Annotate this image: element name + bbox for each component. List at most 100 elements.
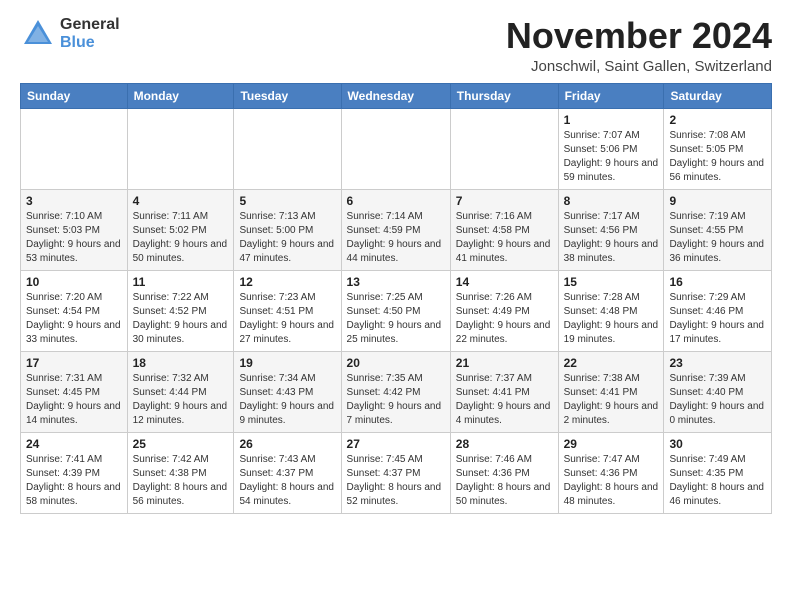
table-row: 21Sunrise: 7:37 AMSunset: 4:41 PMDayligh… [450, 351, 558, 432]
day-info: Sunrise: 7:45 AMSunset: 4:37 PMDaylight:… [347, 453, 445, 509]
table-row: 25 Sunrise: 7:42 AMSunset: 4:38 PMDayligh… [127, 432, 234, 513]
day-info: Sunrise: 7:28 AMSunset: 4:48 PMDaylight:… [564, 291, 659, 347]
logo-text: General Blue [60, 16, 120, 51]
header-friday: Friday [558, 83, 664, 108]
day-number: 7 [456, 194, 553, 208]
calendar-header-row: Sunday Monday Tuesday Wednesday Thursday… [21, 83, 772, 108]
header: General Blue November 2024 Jonschwil, Sa… [20, 16, 772, 75]
day-number: 25 [133, 437, 229, 451]
day-number: 29 [564, 437, 659, 451]
table-row: 15 Sunrise: 7:28 AMSunset: 4:48 PMDayligh… [558, 270, 664, 351]
table-row: 17 Sunrise: 7:31 AMSunset: 4:45 PMDayligh… [21, 351, 128, 432]
page: General Blue November 2024 Jonschwil, Sa… [0, 0, 792, 530]
day-info: Sunrise: 7:34 AMSunset: 4:43 PMDaylight:… [239, 372, 335, 428]
day-number: 19 [239, 356, 335, 370]
day-info: Sunrise: 7:49 AMSunset: 4:35 PMDaylight:… [669, 453, 766, 509]
table-row: 13 Sunrise: 7:25 AMSunset: 4:50 PMDayligh… [341, 270, 450, 351]
table-row: 8 Sunrise: 7:17 AMSunset: 4:56 PMDaylight… [558, 189, 664, 270]
day-info: Sunrise: 7:39 AMSunset: 4:40 PMDaylight:… [669, 372, 766, 428]
header-tuesday: Tuesday [234, 83, 341, 108]
logo-general: General [60, 16, 120, 34]
table-row: 24 Sunrise: 7:41 AMSunset: 4:39 PMDayligh… [21, 432, 128, 513]
header-sunday: Sunday [21, 83, 128, 108]
day-info: Sunrise: 7:10 AMSunset: 5:03 PMDaylight:… [26, 210, 122, 266]
table-row: 9 Sunrise: 7:19 AMSunset: 4:55 PMDaylight… [664, 189, 772, 270]
day-info: Sunrise: 7:46 AMSunset: 4:36 PMDaylight:… [456, 453, 553, 509]
day-info: Sunrise: 7:08 AMSunset: 5:05 PMDaylight:… [669, 129, 766, 185]
day-info: Sunrise: 7:37 AMSunset: 4:41 PMDaylight:… [456, 372, 553, 428]
day-number: 22 [564, 356, 659, 370]
header-monday: Monday [127, 83, 234, 108]
day-info: Sunrise: 7:41 AMSunset: 4:39 PMDaylight:… [26, 453, 122, 509]
calendar-week-row: 24 Sunrise: 7:41 AMSunset: 4:39 PMDayligh… [21, 432, 772, 513]
day-info: Sunrise: 7:19 AMSunset: 4:55 PMDaylight:… [669, 210, 766, 266]
day-info: Sunrise: 7:07 AMSunset: 5:06 PMDaylight:… [564, 129, 659, 185]
day-info: Sunrise: 7:31 AMSunset: 4:45 PMDaylight:… [26, 372, 122, 428]
month-title: November 2024 [506, 16, 772, 56]
header-saturday: Saturday [664, 83, 772, 108]
day-number: 28 [456, 437, 553, 451]
day-number: 26 [239, 437, 335, 451]
day-number: 30 [669, 437, 766, 451]
table-row: 6 Sunrise: 7:14 AMSunset: 4:59 PMDaylight… [341, 189, 450, 270]
day-info: Sunrise: 7:13 AMSunset: 5:00 PMDaylight:… [239, 210, 335, 266]
table-row [234, 108, 341, 189]
day-info: Sunrise: 7:16 AMSunset: 4:58 PMDaylight:… [456, 210, 553, 266]
table-row: 2Sunrise: 7:08 AMSunset: 5:05 PMDaylight… [664, 108, 772, 189]
day-number: 9 [669, 194, 766, 208]
table-row: 5Sunrise: 7:13 AMSunset: 5:00 PMDaylight… [234, 189, 341, 270]
table-row: 14Sunrise: 7:26 AMSunset: 4:49 PMDayligh… [450, 270, 558, 351]
day-number: 11 [133, 275, 229, 289]
day-info: Sunrise: 7:32 AMSunset: 4:44 PMDaylight:… [133, 372, 229, 428]
day-number: 8 [564, 194, 659, 208]
calendar-week-row: 10 Sunrise: 7:20 AMSunset: 4:54 PMDayligh… [21, 270, 772, 351]
logo-icon [20, 16, 56, 52]
day-number: 4 [133, 194, 229, 208]
day-number: 24 [26, 437, 122, 451]
day-number: 23 [669, 356, 766, 370]
table-row: 3 Sunrise: 7:10 AMSunset: 5:03 PMDaylight… [21, 189, 128, 270]
day-info: Sunrise: 7:17 AMSunset: 4:56 PMDaylight:… [564, 210, 659, 266]
day-number: 10 [26, 275, 122, 289]
table-row [21, 108, 128, 189]
day-info: Sunrise: 7:14 AMSunset: 4:59 PMDaylight:… [347, 210, 445, 266]
day-number: 27 [347, 437, 445, 451]
table-row: 12Sunrise: 7:23 AMSunset: 4:51 PMDayligh… [234, 270, 341, 351]
day-info: Sunrise: 7:20 AMSunset: 4:54 PMDaylight:… [26, 291, 122, 347]
day-number: 18 [133, 356, 229, 370]
day-number: 17 [26, 356, 122, 370]
table-row: 18 Sunrise: 7:32 AMSunset: 4:44 PMDayligh… [127, 351, 234, 432]
day-number: 3 [26, 194, 122, 208]
calendar-week-row: 17 Sunrise: 7:31 AMSunset: 4:45 PMDayligh… [21, 351, 772, 432]
table-row: 22 Sunrise: 7:38 AMSunset: 4:41 PMDayligh… [558, 351, 664, 432]
day-info: Sunrise: 7:38 AMSunset: 4:41 PMDaylight:… [564, 372, 659, 428]
day-number: 6 [347, 194, 445, 208]
day-info: Sunrise: 7:11 AMSunset: 5:02 PMDaylight:… [133, 210, 229, 266]
table-row: 20 Sunrise: 7:35 AMSunset: 4:42 PMDayligh… [341, 351, 450, 432]
calendar-table: Sunday Monday Tuesday Wednesday Thursday… [20, 83, 772, 514]
day-number: 20 [347, 356, 445, 370]
day-number: 15 [564, 275, 659, 289]
day-number: 14 [456, 275, 553, 289]
table-row [341, 108, 450, 189]
calendar-week-row: 1Sunrise: 7:07 AMSunset: 5:06 PMDaylight… [21, 108, 772, 189]
day-info: Sunrise: 7:42 AMSunset: 4:38 PMDaylight:… [133, 453, 229, 509]
table-row: 29Sunrise: 7:47 AMSunset: 4:36 PMDayligh… [558, 432, 664, 513]
header-thursday: Thursday [450, 83, 558, 108]
table-row [450, 108, 558, 189]
table-row: 26Sunrise: 7:43 AMSunset: 4:37 PMDayligh… [234, 432, 341, 513]
table-row: 19 Sunrise: 7:34 AMSunset: 4:43 PMDayligh… [234, 351, 341, 432]
table-row: 4 Sunrise: 7:11 AMSunset: 5:02 PMDaylight… [127, 189, 234, 270]
day-info: Sunrise: 7:25 AMSunset: 4:50 PMDaylight:… [347, 291, 445, 347]
location-title: Jonschwil, Saint Gallen, Switzerland [506, 58, 772, 75]
logo-blue: Blue [60, 34, 120, 52]
day-number: 16 [669, 275, 766, 289]
day-info: Sunrise: 7:35 AMSunset: 4:42 PMDaylight:… [347, 372, 445, 428]
day-info: Sunrise: 7:22 AMSunset: 4:52 PMDaylight:… [133, 291, 229, 347]
calendar-week-row: 3 Sunrise: 7:10 AMSunset: 5:03 PMDaylight… [21, 189, 772, 270]
day-number: 12 [239, 275, 335, 289]
day-info: Sunrise: 7:29 AMSunset: 4:46 PMDaylight:… [669, 291, 766, 347]
header-wednesday: Wednesday [341, 83, 450, 108]
table-row: 30 Sunrise: 7:49 AMSunset: 4:35 PMDayligh… [664, 432, 772, 513]
day-number: 13 [347, 275, 445, 289]
